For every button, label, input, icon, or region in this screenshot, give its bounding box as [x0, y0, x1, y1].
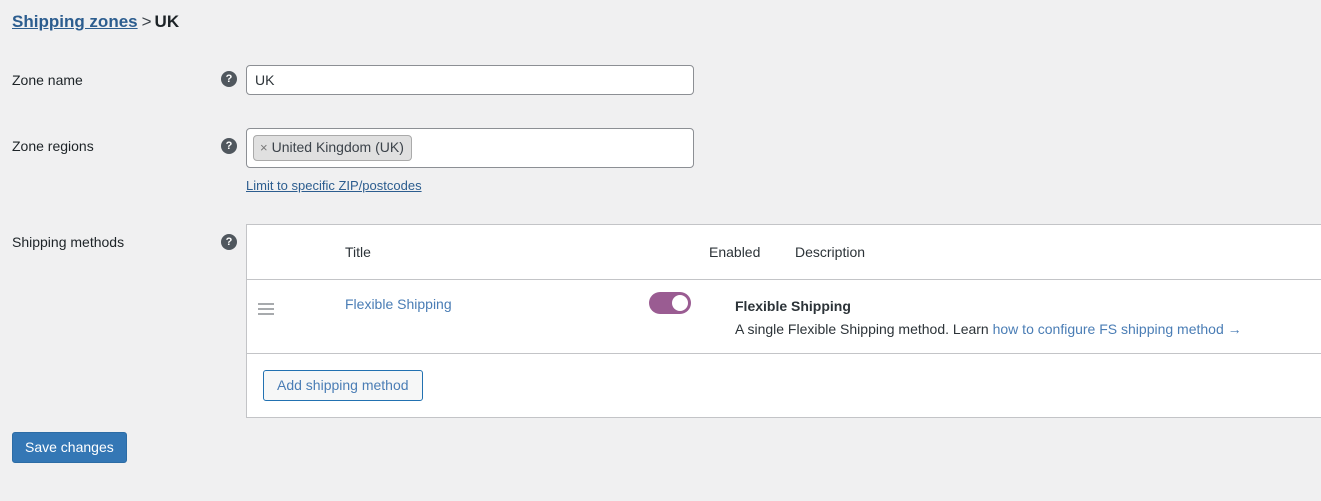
help-icon[interactable]: ? — [221, 71, 237, 87]
zone-regions-label: Zone regions — [12, 138, 94, 154]
header-title: Title — [345, 244, 371, 260]
zone-name-label: Zone name — [12, 72, 83, 88]
row-enabled-cell — [649, 292, 735, 317]
header-description: Description — [795, 244, 866, 260]
row-description-cell: Flexible Shipping A single Flexible Ship… — [735, 296, 1321, 339]
table-header-row: Title Enabled Description — [247, 225, 1321, 280]
row-title-cell: Flexible Shipping — [285, 296, 649, 312]
breadcrumb-current: UK — [154, 12, 180, 31]
description-text: A single Flexible Shipping method. Learn… — [735, 319, 1315, 339]
save-changes-button[interactable]: Save changes — [12, 432, 127, 463]
configure-fs-link[interactable]: how to configure FS shipping method → — [993, 321, 1242, 337]
table-row: Flexible Shipping Flexible Shipping A si… — [247, 280, 1321, 354]
table-footer-row: Add shipping method — [247, 354, 1321, 417]
description-title: Flexible Shipping — [735, 298, 851, 314]
header-handle-spacer — [247, 251, 285, 253]
shipping-methods-label: Shipping methods — [12, 234, 125, 250]
chip-remove-icon[interactable]: × — [260, 140, 268, 155]
chip-label: United Kingdom (UK) — [271, 139, 404, 155]
toggle-knob — [672, 295, 688, 311]
help-icon[interactable]: ? — [221, 234, 237, 250]
breadcrumb-separator: > — [141, 12, 152, 31]
zone-name-input[interactable] — [246, 65, 694, 95]
enabled-toggle[interactable] — [649, 292, 691, 314]
drag-handle-icon[interactable] — [258, 303, 274, 315]
help-icon[interactable]: ? — [221, 138, 237, 154]
shipping-zone-page: Shipping zones>UK Zone name ? Zone regio… — [0, 0, 1321, 501]
shipping-methods-table: Title Enabled Description Flexible Shipp… — [246, 224, 1321, 418]
method-title-link[interactable]: Flexible Shipping — [285, 296, 452, 312]
zone-regions-select[interactable]: × United Kingdom (UK) — [246, 128, 694, 168]
region-chip[interactable]: × United Kingdom (UK) — [253, 135, 412, 161]
description-sentence: A single Flexible Shipping method. Learn — [735, 321, 993, 337]
breadcrumb: Shipping zones > UK — [12, 10, 179, 34]
breadcrumb-shipping-zones-link[interactable]: Shipping zones — [12, 12, 138, 31]
add-shipping-method-button[interactable]: Add shipping method — [263, 370, 423, 401]
row-handle-cell — [247, 296, 285, 315]
limit-zip-postcodes-link[interactable]: Limit to specific ZIP/postcodes — [246, 178, 422, 193]
header-enabled: Enabled — [709, 244, 761, 260]
